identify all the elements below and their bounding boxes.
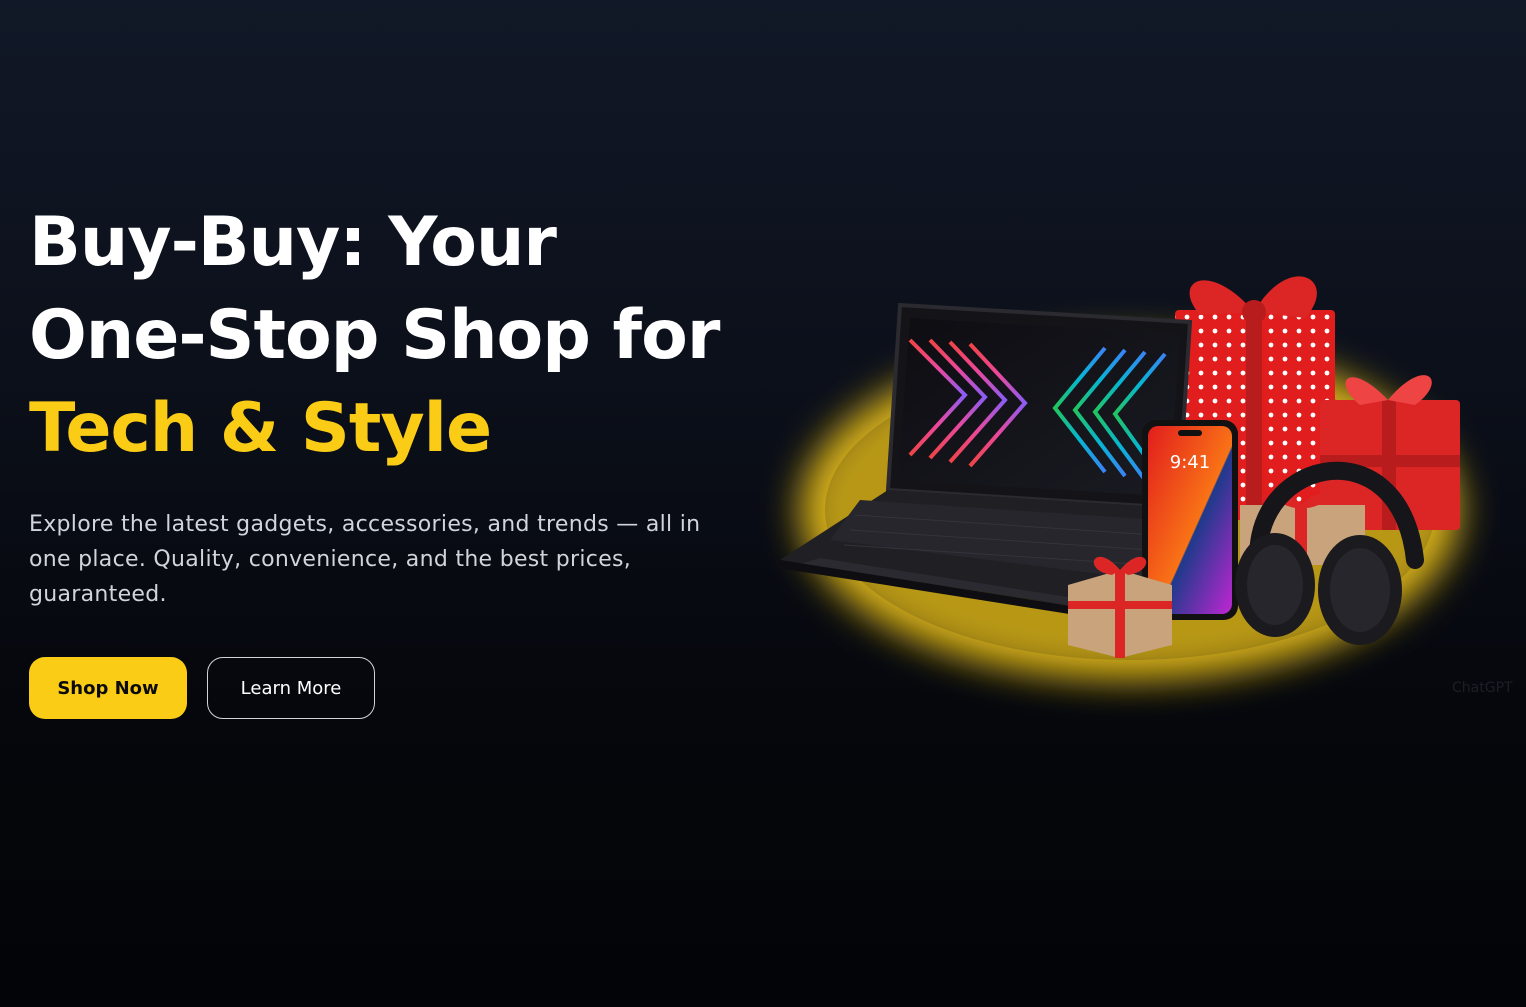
headline-line-1: Buy-Buy: Your — [29, 203, 557, 282]
phone-time: 9:41 — [1170, 452, 1210, 473]
cta-buttons: Shop Now Learn More — [29, 657, 375, 719]
hero-subtitle: Explore the latest gadgets, accessories,… — [29, 512, 701, 607]
learn-more-button[interactable]: Learn More — [207, 657, 375, 719]
headline-accent: Tech & Style — [29, 389, 492, 468]
headline-line-2: One-Stop Shop for — [29, 296, 720, 375]
hero-headline: Buy-Buy: Your One-Stop Shop for Tech & S… — [29, 196, 769, 475]
hero-text-block: Buy-Buy: Your One-Stop Shop for Tech & S… — [29, 196, 769, 612]
shop-now-button[interactable]: Shop Now — [29, 657, 187, 719]
watermark-text: ChatGPT — [1452, 680, 1513, 696]
hero-product-illustration: 9:41 — [778, 276, 1460, 680]
